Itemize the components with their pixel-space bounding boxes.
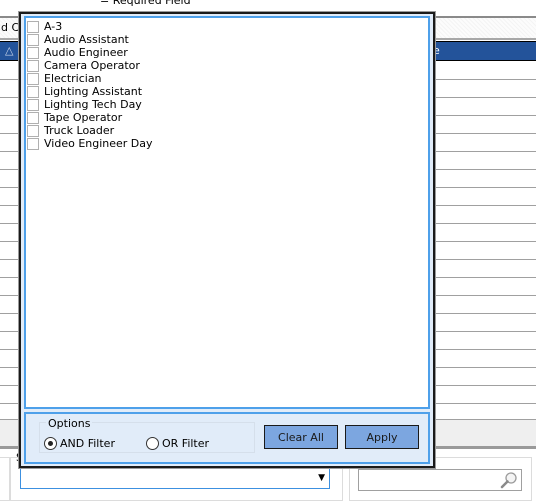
or-filter-radio[interactable]: OR Filter xyxy=(146,437,209,450)
checkbox[interactable] xyxy=(27,124,39,137)
item-label: Audio Assistant xyxy=(44,33,129,46)
checkbox[interactable] xyxy=(27,85,39,98)
checkbox[interactable] xyxy=(27,46,39,59)
list-item[interactable]: Audio Assistant xyxy=(26,33,428,46)
filter-checklist: A-3 Audio Assistant Audio Engineer Camer… xyxy=(24,16,430,409)
checkbox[interactable] xyxy=(27,137,39,150)
list-item[interactable]: Truck Loader xyxy=(26,124,428,137)
filter-combo[interactable]: ▼ xyxy=(20,468,330,489)
list-item[interactable]: Video Engineer Day xyxy=(26,137,428,150)
list-item[interactable]: Electrician xyxy=(26,72,428,85)
and-filter-radio[interactable]: AND Filter xyxy=(44,437,115,450)
options-legend: Options xyxy=(46,417,93,430)
item-label: Lighting Tech Day xyxy=(44,98,142,111)
list-item[interactable]: A-3 xyxy=(26,20,428,33)
checkbox[interactable] xyxy=(27,20,39,33)
item-label: Electrician xyxy=(44,72,102,85)
checkbox[interactable] xyxy=(27,98,39,111)
filter-popup: A-3 Audio Assistant Audio Engineer Camer… xyxy=(19,12,435,468)
list-item[interactable]: Tape Operator xyxy=(26,111,428,124)
checkbox[interactable] xyxy=(27,72,39,85)
sort-ascending-icon: △ xyxy=(5,44,14,57)
list-item[interactable]: Lighting Assistant xyxy=(26,85,428,98)
item-label: Video Engineer Day xyxy=(44,137,153,150)
radio-unselected-icon[interactable] xyxy=(146,437,159,450)
bottom-group-left xyxy=(0,457,10,501)
options-group: Options AND Filter OR Filter xyxy=(39,417,255,453)
item-label: Lighting Assistant xyxy=(44,85,143,98)
radio-selected-icon[interactable] xyxy=(44,437,57,450)
item-label: Tape Operator xyxy=(44,111,123,124)
or-filter-label: OR Filter xyxy=(162,437,210,450)
options-bar: Options AND Filter OR Filter Clear All A… xyxy=(24,412,430,464)
item-label: Audio Engineer xyxy=(44,46,128,59)
apply-button[interactable]: Apply xyxy=(345,425,419,449)
checkbox[interactable] xyxy=(27,111,39,124)
list-item[interactable]: Audio Engineer xyxy=(26,46,428,59)
search-input[interactable] xyxy=(359,470,499,490)
item-label: A-3 xyxy=(44,20,63,33)
checkbox[interactable] xyxy=(27,59,39,72)
list-item[interactable]: Lighting Tech Day xyxy=(26,98,428,111)
item-label: Truck Loader xyxy=(44,124,115,137)
clear-all-button[interactable]: Clear All xyxy=(264,425,338,449)
checkbox[interactable] xyxy=(27,33,39,46)
chevron-down-icon[interactable]: ▼ xyxy=(318,473,325,483)
list-item[interactable]: Camera Operator xyxy=(26,59,428,72)
required-field-note: = Required Field xyxy=(100,0,191,7)
and-filter-label: AND Filter xyxy=(60,437,115,450)
item-label: Camera Operator xyxy=(44,59,140,72)
search-box[interactable] xyxy=(358,469,522,491)
search-icon[interactable] xyxy=(500,471,518,492)
